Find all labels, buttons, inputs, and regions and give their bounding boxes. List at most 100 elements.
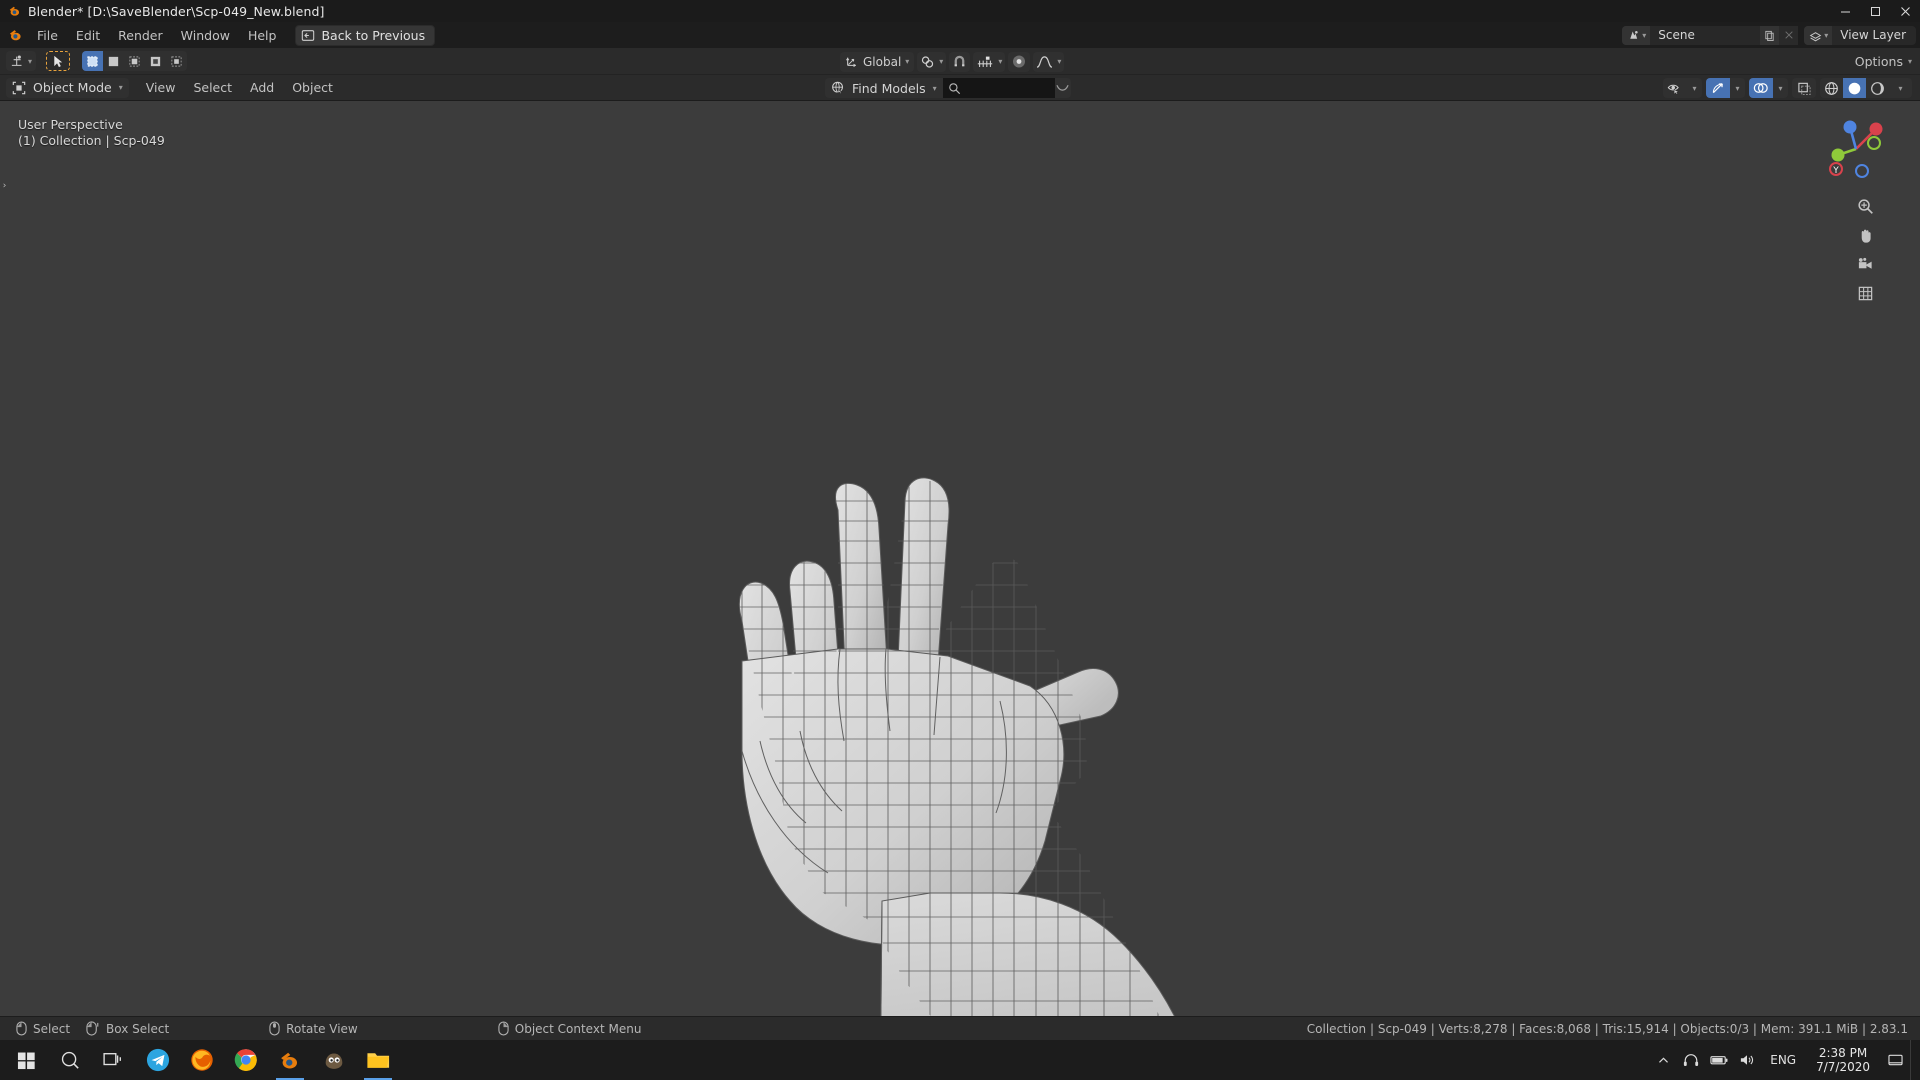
chevron-down-icon[interactable]: ▾ [1730,78,1745,98]
close-button[interactable] [1890,0,1920,22]
proportional-falloff-smooth-icon [1036,55,1053,69]
shading-material-preview-button[interactable] [1866,78,1889,98]
snap-magnet-toggle[interactable] [949,51,971,72]
maximize-button[interactable] [1860,0,1890,22]
proportional-falloff-dropdown[interactable]: ▾ [1033,51,1065,72]
menu-edit[interactable]: Edit [67,25,109,46]
object-mode-dropdown[interactable]: Object Mode ▾ [6,77,129,98]
shading-options-chevron[interactable]: ▾ [1889,78,1912,98]
notifications-icon[interactable] [1882,1040,1908,1080]
gizmo-icon[interactable] [1706,78,1730,98]
chevron-up-icon[interactable] [1650,1040,1676,1080]
tool-header-right: Options ▾ [1855,48,1912,75]
app-gimp[interactable] [312,1040,356,1080]
find-models-dropdown[interactable]: Find Models ▾ [825,78,943,98]
navigation-gizmo[interactable]: Y [1818,111,1894,187]
minimize-button[interactable] [1830,0,1860,22]
select-mode-extend[interactable] [103,51,124,71]
options-dropdown-label[interactable]: Options [1855,54,1903,69]
scene-statistics: Collection | Scp-049 | Verts:8,278 | Fac… [1306,1021,1908,1036]
proportional-editing-icon [1011,54,1027,69]
camera-view-icon[interactable] [1854,253,1876,275]
object-types-visibility-dropdown[interactable]: ▾ [1663,78,1702,98]
overlays-icon[interactable] [1749,78,1773,98]
toggle-xray-button[interactable] [1792,78,1816,98]
app-explorer[interactable] [356,1040,400,1080]
select-mode-subtract[interactable] [124,51,145,71]
app-blender[interactable] [268,1040,312,1080]
search-input[interactable] [942,78,1055,98]
blender-topbar: File Edit Render Window Help Back to Pre… [0,22,1920,48]
scene-selector[interactable]: ▾ Scene [1622,25,1799,45]
battery-icon[interactable] [1706,1040,1732,1080]
toggle-xray-icon[interactable] [1792,78,1816,98]
viewport-menu-object[interactable]: Object [283,78,342,97]
scene-icon[interactable]: ▾ [1622,25,1651,45]
window-title-text: Blender* [D:\SaveBlender\Scp-049_New.ble… [28,3,325,19]
viewport-menu-select[interactable]: Select [184,78,241,97]
new-scene-button[interactable] [1760,25,1780,45]
taskbar-clock[interactable]: 2:38 PM 7/7/2020 [1806,1046,1880,1074]
status-hint-label: Select [33,1021,71,1036]
blender-logo-icon [4,27,28,43]
object-types-visibility-icon[interactable] [1663,78,1687,98]
search-dropdown-button[interactable] [1054,78,1071,98]
shading-wireframe-button[interactable] [1820,78,1843,98]
show-desktop-button[interactable] [1910,1040,1918,1080]
transform-tools-group: Global ▾ ▾ ▾ ▾ [840,48,1065,75]
viewport-menu-add[interactable]: Add [241,78,283,97]
task-view-icon[interactable] [92,1040,136,1080]
gizmos-dropdown[interactable]: ▾ [1706,78,1745,98]
proportional-editing-toggle[interactable] [1008,51,1031,72]
view-layer-selector[interactable]: ▾ View Layer [1804,25,1916,45]
menu-file[interactable]: File [28,25,67,46]
blender-logo-icon [6,3,24,19]
clock-time: 2:38 PM [1818,1046,1868,1060]
headset-icon[interactable] [1678,1040,1704,1080]
view-layer-name-label[interactable]: View Layer [1832,26,1916,45]
snap-increment-icon [976,55,994,69]
status-hint-rotate-view: Rotate View [269,1021,358,1036]
toggle-orthographic-icon[interactable] [1854,282,1876,304]
mouse-left-icon [16,1021,27,1036]
pivot-point-dropdown[interactable]: ▾ [917,51,947,72]
delete-scene-button[interactable] [1779,25,1799,45]
select-mode-set[interactable] [82,51,104,71]
scene-name-label[interactable]: Scene [1650,25,1761,45]
menu-help[interactable]: Help [239,25,286,46]
select-mode-invert[interactable] [145,51,166,71]
app-telegram[interactable] [136,1040,180,1080]
search-circle-icon[interactable] [48,1040,92,1080]
status-hint-label: Box Select [106,1021,170,1036]
chevron-down-icon[interactable]: ▾ [1773,78,1788,98]
back-to-previous-label: Back to Previous [321,27,426,43]
snap-target-dropdown[interactable]: ▾ [973,51,1006,72]
tweak-select-tool-icon[interactable] [46,51,71,71]
clock-date: 7/7/2020 [1816,1060,1870,1074]
viewport-menu-view[interactable]: View [137,78,185,97]
app-chrome[interactable] [224,1040,268,1080]
mouse-drag-icon [86,1021,100,1036]
transform-orientation-dropdown[interactable]: Global ▾ [840,51,915,72]
select-mode-intersect[interactable] [166,51,187,71]
3d-viewport[interactable]: User Perspective (1) Collection | Scp-04… [0,101,1920,1016]
language-indicator[interactable]: ENG [1762,1053,1804,1067]
shading-solid-button[interactable] [1843,78,1866,98]
chevron-down-icon[interactable]: ▾ [1687,78,1702,98]
volume-icon[interactable] [1734,1040,1760,1080]
menu-render[interactable]: Render [109,25,172,46]
menu-window[interactable]: Window [172,25,239,46]
pivot-point-icon [920,55,935,69]
windows-start-icon[interactable] [4,1040,48,1080]
chevron-down-icon[interactable]: ▾ [1908,57,1912,66]
app-firefox[interactable] [180,1040,224,1080]
pan-hand-icon[interactable] [1854,224,1876,246]
back-arrow-icon [301,29,315,42]
transform-pivot-point-icon[interactable]: ▾ [6,51,37,71]
back-to-previous-button[interactable]: Back to Previous [295,24,436,46]
hand-mesh-model[interactable] [0,101,1920,1016]
topbar-right-group: ▾ Scene ▾ View Layer [1622,22,1916,48]
zoom-icon[interactable] [1854,195,1876,217]
overlays-dropdown[interactable]: ▾ [1749,78,1788,98]
view-layer-icon[interactable]: ▾ [1804,25,1833,45]
